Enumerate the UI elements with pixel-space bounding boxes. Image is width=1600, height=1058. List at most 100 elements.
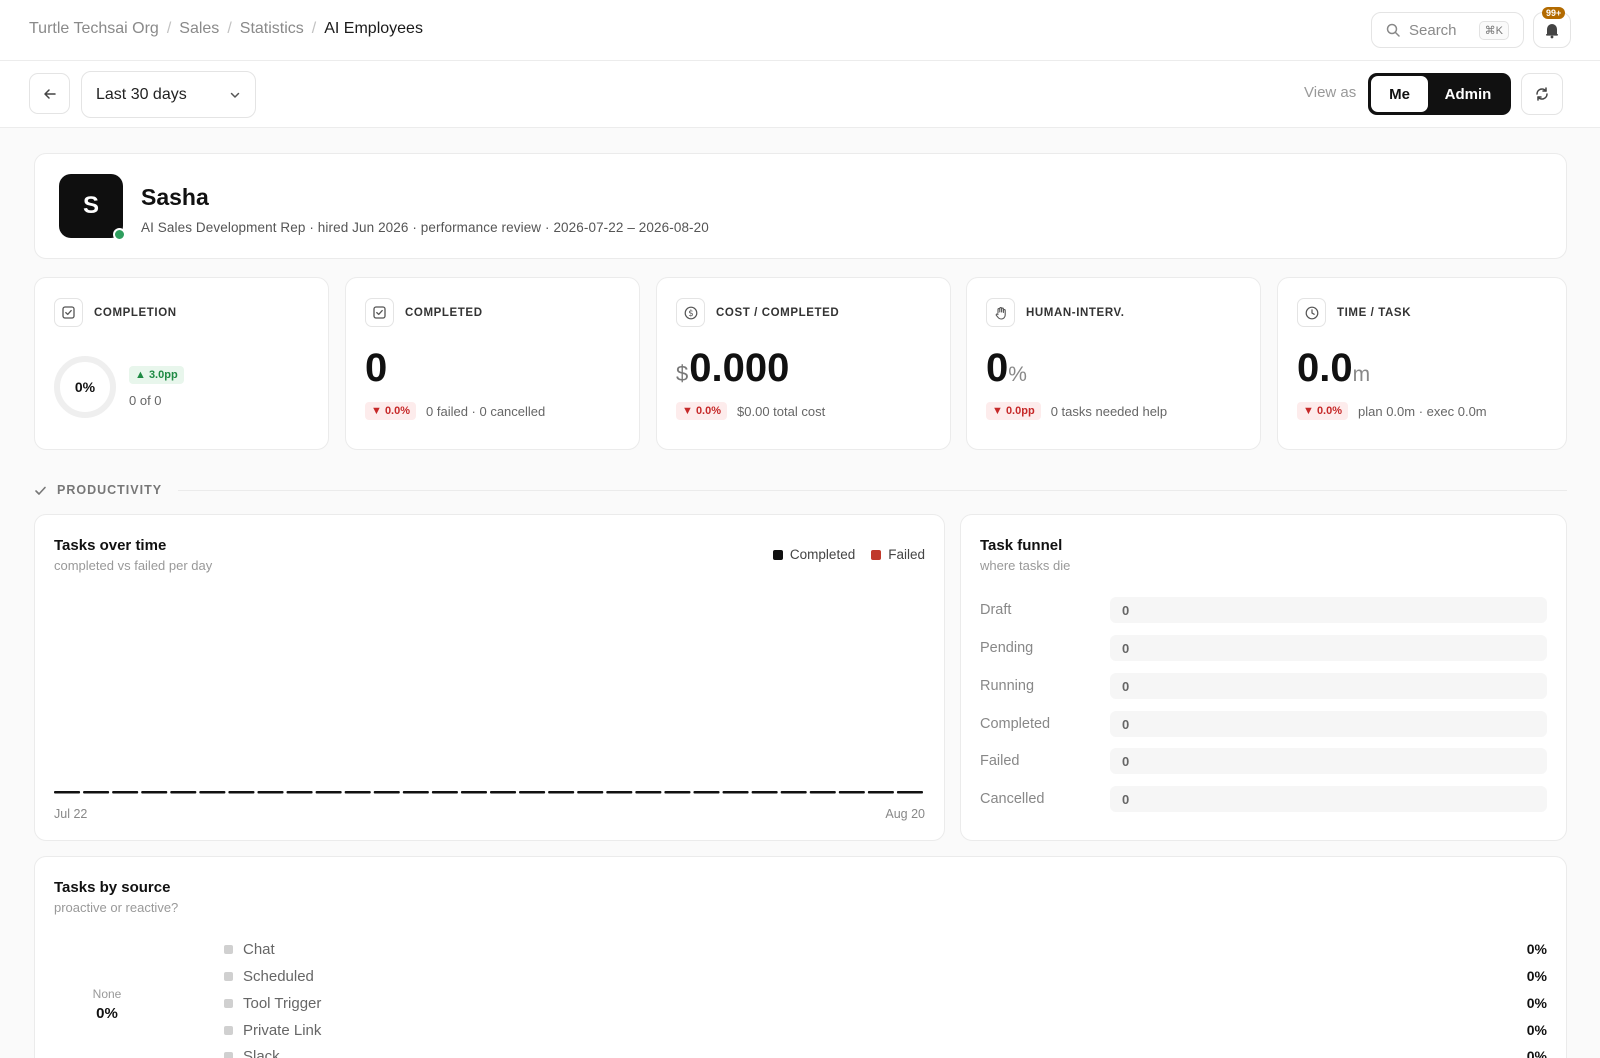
stat-title: TIME / TASK — [1337, 306, 1412, 319]
profile-card: S Sasha AI Sales Development Rep · hired… — [34, 153, 1567, 259]
bell-icon — [1546, 24, 1558, 39]
breadcrumb-org[interactable]: Turtle Techsai Org — [29, 20, 159, 38]
view-as-toggle: Me Admin — [1368, 73, 1511, 115]
toolbar: Last 30 days View as Me Admin — [0, 61, 1600, 128]
delta-badge: ▼ 0.0% — [1297, 402, 1349, 420]
funnel-row-draft: Draft 0 — [980, 597, 1547, 623]
day-baseline — [722, 791, 749, 794]
stat-sub: 0 tasks needed help — [1050, 403, 1168, 419]
hand-icon — [986, 298, 1015, 327]
delta-badge: ▼ 0.0% — [676, 402, 728, 420]
search-label: Search — [1409, 21, 1457, 39]
x-axis-start-label: Jul 22 — [54, 807, 88, 821]
search-icon — [1386, 23, 1400, 37]
day-baseline — [373, 791, 400, 794]
day-baseline — [83, 791, 110, 794]
refresh-icon — [1536, 87, 1548, 101]
donut-center-value: 0% — [96, 1005, 118, 1022]
refresh-button[interactable] — [1521, 73, 1563, 115]
day-baseline — [344, 791, 371, 794]
day-baseline — [257, 791, 284, 794]
online-status-dot — [113, 228, 126, 241]
productivity-section-header: PRODUCTIVITY — [34, 481, 1567, 499]
breadcrumb-statistics[interactable]: Statistics — [240, 20, 304, 38]
chart-legend: Completed Failed — [772, 547, 925, 562]
card-subtitle: proactive or reactive? — [54, 900, 179, 915]
day-baseline — [460, 791, 487, 794]
stat-value: 0.0m — [1297, 346, 1371, 390]
x-axis-end-label: Aug 20 — [885, 807, 925, 821]
card-title: Task funnel — [980, 537, 1063, 554]
day-baseline — [519, 791, 546, 794]
stat-title: COST / COMPLETED — [716, 306, 840, 319]
day-baseline — [170, 791, 197, 794]
day-baseline — [896, 791, 923, 794]
card-subtitle: where tasks die — [980, 558, 1071, 573]
date-range-value: Last 30 days — [96, 85, 187, 103]
day-baseline — [228, 791, 255, 794]
section-divider — [178, 489, 1567, 491]
notifications-button[interactable]: 99+ — [1533, 7, 1571, 48]
source-row-slack: Slack 0% — [224, 1046, 1547, 1058]
completed-card: COMPLETED 0 ▼ 0.0% 0 failed · 0 cancelle… — [345, 277, 640, 450]
day-baseline — [606, 791, 633, 794]
employee-name: Sasha — [141, 184, 209, 210]
stat-title: COMPLETED — [405, 306, 483, 319]
stat-sub: 0 failed · 0 cancelled — [426, 403, 546, 419]
section-label: PRODUCTIVITY — [57, 483, 163, 497]
funnel-bar: 0 — [1110, 597, 1547, 623]
search-button[interactable]: Search ⌘K — [1371, 12, 1524, 48]
day-baseline — [548, 791, 575, 794]
day-baseline — [112, 791, 139, 794]
card-title: Tasks by source — [54, 879, 171, 896]
card-subtitle: completed vs failed per day — [54, 558, 213, 573]
source-row-tool-trigger: Tool Trigger 0% — [224, 993, 1547, 1013]
funnel-row-running: Running 0 — [980, 673, 1547, 699]
day-baseline — [286, 791, 313, 794]
legend-swatch — [772, 549, 783, 560]
svg-text:$: $ — [688, 309, 693, 319]
breadcrumb-sales[interactable]: Sales — [179, 20, 219, 38]
delta-badge: ▼ 0.0pp — [986, 402, 1041, 420]
checkbox-icon — [54, 298, 83, 327]
avatar: S — [59, 174, 123, 238]
day-baseline — [402, 791, 429, 794]
back-button[interactable] — [29, 73, 70, 114]
delta-badge: ▼ 0.0% — [365, 402, 417, 420]
day-baseline — [635, 791, 662, 794]
breadcrumb-separator: / — [227, 20, 232, 37]
breadcrumb-separator: / — [311, 20, 317, 37]
view-admin-button[interactable]: Admin — [1428, 76, 1508, 112]
employee-subtitle: AI Sales Development Rep · hired Jun 202… — [141, 220, 709, 235]
human-intervention-card: HUMAN-INTERV. 0% ▼ 0.0pp 0 tasks needed … — [966, 277, 1261, 450]
funnel-row-completed: Completed 0 — [980, 711, 1547, 737]
day-baseline — [780, 791, 807, 794]
breadcrumb: Turtle Techsai Org / Sales / Statistics … — [29, 20, 423, 38]
funnel-row-failed: Failed 0 — [980, 748, 1547, 774]
date-range-select[interactable]: Last 30 days — [81, 71, 256, 118]
tasks-chart — [54, 791, 923, 794]
funnel-bar: 0 — [1110, 711, 1547, 737]
tasks-over-time-card: Tasks over time completed vs failed per … — [34, 514, 945, 841]
day-baseline — [751, 791, 778, 794]
check-icon — [35, 486, 46, 495]
clock-icon — [1297, 298, 1326, 327]
checkbox-icon — [365, 298, 394, 327]
view-me-button[interactable]: Me — [1371, 76, 1428, 112]
funnel-bar: 0 — [1110, 673, 1547, 699]
day-baseline — [141, 791, 168, 794]
arrow-left-icon — [43, 88, 56, 99]
funnel-row-pending: Pending 0 — [980, 635, 1547, 661]
stat-title: COMPLETION — [94, 306, 177, 319]
day-baseline — [867, 791, 894, 794]
stat-sub: $0.00 total cost — [737, 403, 826, 419]
funnel-bar: 0 — [1110, 786, 1547, 812]
completion-ring: 0% — [54, 356, 116, 418]
completion-card: COMPLETION 0% ▲ 3.0pp 0 of 0 — [34, 277, 329, 450]
stat-value: 0% — [986, 346, 1027, 390]
view-as-label: View as — [1304, 84, 1357, 101]
stat-title: HUMAN-INTERV. — [1026, 306, 1125, 319]
cost-card: $ COST / COMPLETED $0.000 ▼ 0.0% $0.00 t… — [656, 277, 951, 450]
day-baseline — [809, 791, 836, 794]
source-row-private-link: Private Link 0% — [224, 1020, 1547, 1040]
